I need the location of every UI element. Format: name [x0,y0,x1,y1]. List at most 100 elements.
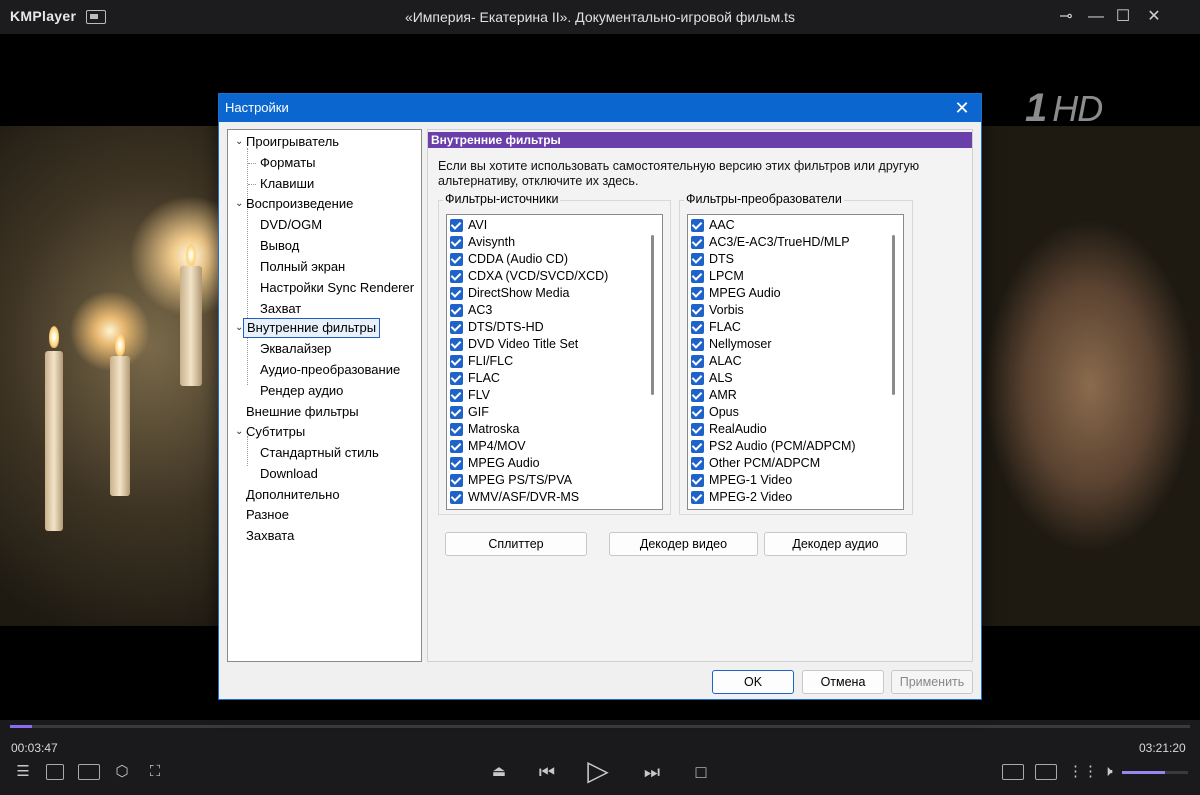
tree-item-audio-renderer[interactable]: Рендер аудио [260,381,343,401]
tree-item-download[interactable]: Download [260,464,318,484]
volume-icon[interactable]: 🕨 [1097,762,1119,782]
tree-line [247,335,248,385]
chevron-down-icon[interactable]: ⌄ [235,426,243,437]
checkbox[interactable] [691,440,704,453]
checkbox[interactable] [691,389,704,402]
checkbox[interactable] [691,287,704,300]
tree-item-equalizer[interactable]: Эквалайзер [260,339,331,359]
chevron-down-icon[interactable]: ⌄ [235,198,243,209]
checkbox[interactable] [691,304,704,317]
settings-tree: ⌄ Проигрыватель Форматы Клавиши ⌄ Воспро… [227,129,422,662]
seek-bar[interactable] [10,725,1190,728]
equalizer-icon[interactable] [1002,764,1024,780]
volume-slider[interactable] [1122,771,1188,774]
checkbox[interactable] [450,270,463,283]
play-icon[interactable]: ▷ [583,756,613,786]
tree-item-dvd-ogm[interactable]: DVD/OGM [260,215,322,235]
checkbox[interactable] [691,219,704,232]
checkbox[interactable] [691,457,704,470]
previous-icon[interactable]: ⏮ [535,762,559,782]
checkbox[interactable] [691,338,704,351]
3d-icon[interactable]: ⬡ [112,762,132,782]
checkbox[interactable] [450,304,463,317]
tree-item-fullscreen[interactable]: Полный экран [260,257,345,277]
checkbox[interactable] [450,355,463,368]
minimize-icon[interactable]: — [1085,6,1107,28]
tree-item-misc[interactable]: Разное [246,505,289,525]
tree-item-subtitles[interactable]: Субтитры [246,422,305,442]
dialog-close-icon[interactable]: ✕ [951,97,973,119]
source-filters-list[interactable]: AVI Avisynth CDDA (Audio CD) CDXA (VCD/SVCD… [446,214,663,510]
capture-icon[interactable]: ⛶ [144,762,166,782]
checkbox[interactable] [691,372,704,385]
checkbox[interactable] [691,491,704,504]
checkbox[interactable] [450,321,463,334]
video-decoder-button[interactable]: Декодер видео [609,532,758,556]
tree-item-sync-renderer[interactable]: Настройки Sync Renderer [260,278,414,298]
checkbox[interactable] [450,253,463,266]
download-icon[interactable] [46,764,64,780]
splitter-button[interactable]: Сплиттер [445,532,587,556]
cancel-button[interactable]: Отмена [802,670,884,694]
scrollbar[interactable] [892,235,895,395]
checkbox[interactable] [691,253,704,266]
ok-button[interactable]: OK [712,670,794,694]
tree-item-external-filters[interactable]: Внешние фильтры [246,402,359,422]
tree-item-audio-transform[interactable]: Аудио-преобразование [260,360,400,380]
maximize-icon[interactable]: ☐ [1112,6,1134,28]
apply-button[interactable]: Применить [891,670,973,694]
tree-item-player[interactable]: Проигрыватель [246,132,339,152]
filter-label: ALS [709,371,733,385]
close-icon[interactable]: ✕ [1143,6,1165,28]
checkbox[interactable] [691,321,704,334]
tree-item-capture[interactable]: Захват [260,299,301,319]
vr-icon[interactable] [78,764,100,780]
tree-item-keys[interactable]: Клавиши [260,174,314,194]
tree-item-formats[interactable]: Форматы [260,153,316,173]
checkbox[interactable] [450,372,463,385]
checkbox[interactable] [450,219,463,232]
checkbox[interactable] [450,457,463,470]
panel-header: Внутренние фильтры [428,132,972,148]
checkbox[interactable] [450,389,463,402]
channel-logo: 1 HD [1025,86,1103,130]
scrollbar[interactable] [651,235,654,395]
subtitle-icon[interactable] [1035,764,1057,780]
candle-image [180,266,202,386]
tree-item-default-style[interactable]: Стандартный стиль [260,443,379,463]
checkbox[interactable] [691,236,704,249]
audio-decoder-button[interactable]: Декодер аудио [764,532,907,556]
checkbox[interactable] [450,406,463,419]
eject-icon[interactable]: ⏏ [488,762,510,782]
tree-item-playback[interactable]: Воспроизведение [246,194,353,214]
checkbox[interactable] [450,423,463,436]
checkbox[interactable] [450,287,463,300]
dialog-titlebar[interactable]: Настройки ✕ [219,94,981,122]
time-total[interactable]: 03:21:20 [1139,741,1186,755]
checkbox[interactable] [691,355,704,368]
settings-dialog: Настройки ✕ ⌄ Проигрыватель Форматы Клав… [218,93,982,700]
checkbox[interactable] [691,474,704,487]
checkbox[interactable] [450,236,463,249]
next-icon[interactable]: ⏭ [640,762,664,782]
tree-item-output[interactable]: Вывод [260,236,299,256]
filter-label: RealAudio [709,422,767,436]
pin-icon[interactable]: ⊸ [1055,6,1077,28]
audio-wave-icon[interactable]: ⋮⋮ [1068,762,1098,782]
checkbox[interactable] [691,406,704,419]
checkbox[interactable] [450,440,463,453]
stop-icon[interactable]: □ [690,762,712,782]
transform-filters-list[interactable]: AAC AC3/E-AC3/TrueHD/MLP DTS LPCM MPEG Audio… [687,214,904,510]
tree-item-captures[interactable]: Захвата [246,526,294,546]
playlist-icon[interactable]: ☰ [14,762,32,782]
checkbox[interactable] [450,338,463,351]
player-controlbar: 00:03:47 03:21:20 ☰ ⬡ ⛶ ⏏ ⏮ ▷ ⏭ □ ⋮⋮ 🕨 [0,720,1200,795]
checkbox[interactable] [691,270,704,283]
checkbox[interactable] [450,491,463,504]
filter-label: PS2 Audio (PCM/ADPCM) [709,439,856,453]
checkbox[interactable] [691,423,704,436]
checkbox[interactable] [450,474,463,487]
chevron-down-icon[interactable]: ⌄ [235,136,243,147]
tree-item-internal-filters[interactable]: Внутренние фильтры [243,318,381,338]
tree-item-advanced[interactable]: Дополнительно [246,485,340,505]
